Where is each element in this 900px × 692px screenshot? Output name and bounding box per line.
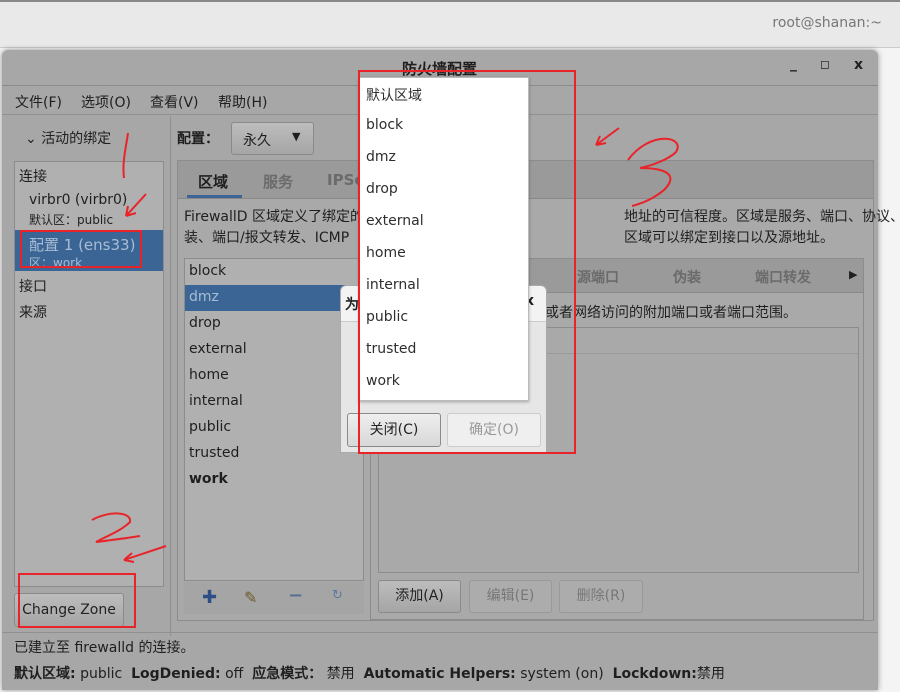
annotation-arrow: [595, 127, 620, 146]
annotation-strokes: [91, 127, 679, 563]
annotation-number-2: [91, 512, 141, 543]
annotation-number-3: [627, 137, 679, 207]
annotation-line: [122, 132, 129, 179]
annotation-arrow: [123, 545, 167, 563]
annotation-arrow: [125, 193, 147, 217]
